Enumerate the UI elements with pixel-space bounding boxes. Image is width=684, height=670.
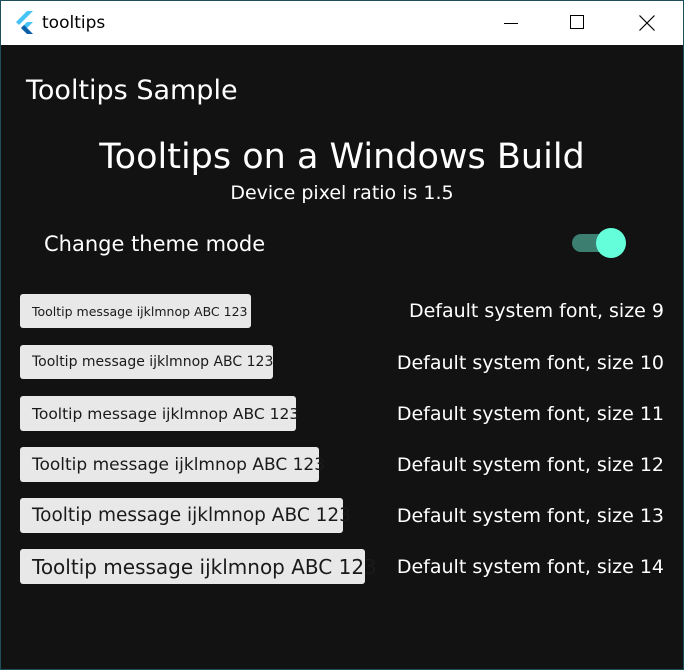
- page-heading: Tooltips on a Windows Build: [99, 137, 585, 177]
- close-icon: [639, 15, 655, 31]
- font-size-label-12: Default system font, size 12: [396, 454, 664, 476]
- tooltip-button-size-14[interactable]: Tooltip message ijklmnop ABC 123: [20, 549, 377, 584]
- minimize-button[interactable]: [476, 1, 544, 45]
- theme-mode-switch[interactable]: [572, 227, 628, 259]
- tooltip-button-size-10[interactable]: Tooltip message ijklmnop ABC 123: [20, 345, 273, 379]
- app-window: tooltips Tooltips Sample Tooltips on a W…: [0, 0, 684, 670]
- theme-mode-label: Change theme mode: [44, 232, 266, 256]
- switch-thumb[interactable]: [596, 228, 626, 258]
- maximize-button[interactable]: [543, 1, 611, 45]
- pixel-ratio-text: Device pixel ratio is 1.5: [230, 182, 454, 204]
- font-size-label-9: Default system font, size 9: [408, 300, 664, 322]
- window-title: tooltips: [42, 13, 106, 33]
- font-size-label-11: Default system font, size 11: [396, 403, 664, 425]
- font-size-label-14: Default system font, size 14: [396, 556, 664, 578]
- close-button[interactable]: [611, 1, 679, 45]
- font-size-label-10: Default system font, size 10: [396, 352, 664, 374]
- minimize-icon: [504, 23, 518, 24]
- tooltip-button-size-9[interactable]: Tooltip message ijklmnop ABC 123: [20, 294, 251, 328]
- tooltip-button-size-12[interactable]: Tooltip message ijklmnop ABC 123: [20, 447, 325, 482]
- maximize-icon: [570, 15, 584, 29]
- appbar-title: Tooltips Sample: [26, 75, 238, 106]
- window-titlebar[interactable]: tooltips: [1, 1, 683, 45]
- font-size-label-13: Default system font, size 13: [396, 505, 664, 527]
- tooltip-button-size-11[interactable]: Tooltip message ijklmnop ABC 123: [20, 396, 299, 431]
- tooltip-button-size-13[interactable]: Tooltip message ijklmnop ABC 123: [20, 498, 351, 533]
- flutter-logo-icon: [16, 11, 33, 34]
- app-content: Tooltips Sample Tooltips on a Windows Bu…: [1, 45, 683, 669]
